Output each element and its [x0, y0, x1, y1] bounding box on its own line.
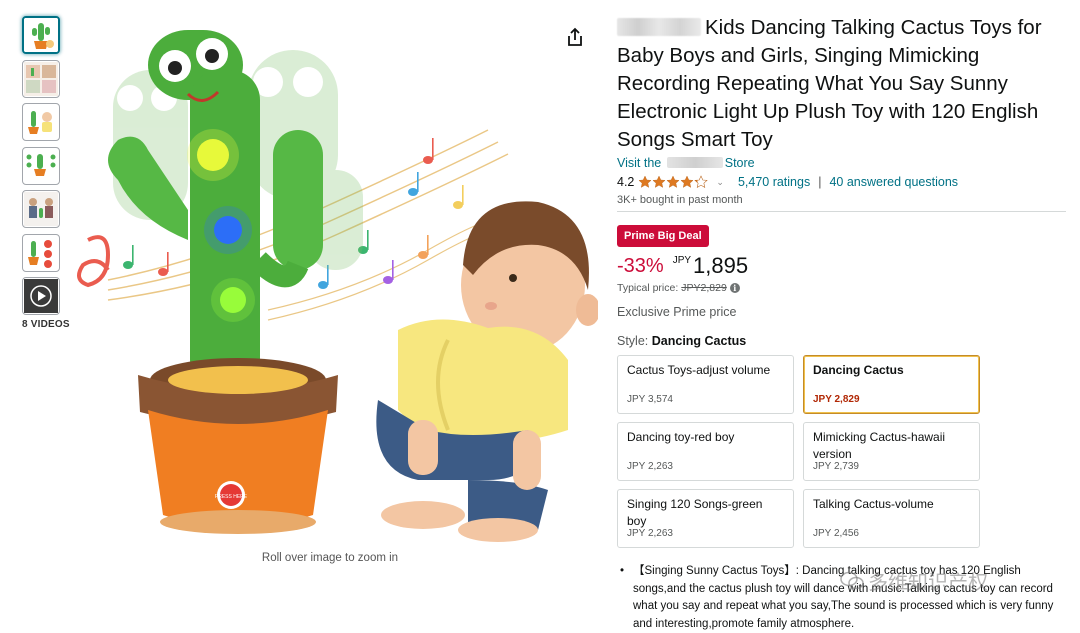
style-option-price: JPY 2,739 [813, 461, 859, 472]
style-option-price: JPY 3,574 [627, 394, 673, 405]
star-empty-icon [694, 175, 709, 188]
main-product-image[interactable]: PRESS HERE [68, 10, 598, 550]
style-option[interactable]: Mimicking Cactus-hawaii version JPY 2,73… [803, 422, 980, 481]
typical-price: Typical price: JPY2,829 i [617, 282, 1067, 294]
star-rating[interactable] [638, 175, 709, 189]
divider [617, 211, 1066, 212]
style-option[interactable]: Singing 120 Songs-green boy JPY 2,263 [617, 489, 794, 548]
blurred-store-name [666, 157, 723, 168]
features-thumbnail-icon [24, 235, 58, 270]
separator: | [818, 175, 822, 189]
thumbnail-4[interactable] [22, 146, 60, 185]
product-title: Kids Dancing Talking Cactus Toys for Bab… [617, 14, 1067, 154]
star-full-icon [638, 175, 652, 188]
style-option[interactable]: Cactus Toys-adjust volume JPY 3,574 [617, 355, 794, 414]
style-option-price: JPY 2,263 [627, 461, 673, 472]
style-label-text: Style: [617, 334, 649, 348]
style-option-name: Cactus Toys-adjust volume [627, 363, 771, 377]
video-play-icon [24, 279, 58, 313]
store-link[interactable]: Visit the Store [617, 156, 1067, 170]
info-thumbnail-icon [24, 148, 58, 183]
style-option[interactable]: Dancing toy-red boy JPY 2,263 [617, 422, 794, 481]
typical-price-value: JPY2,829 [681, 282, 727, 294]
style-options: Cactus Toys-adjust volume JPY 3,574 Danc… [617, 355, 1067, 548]
child-figure [376, 201, 598, 542]
style-option-name: Dancing Cactus [813, 363, 904, 377]
zoom-hint: Roll over image to zoom in [261, 552, 399, 564]
thumbnail-5[interactable] [22, 190, 60, 228]
price-row: -33% JPY 1,895 [617, 253, 1067, 281]
rating-value: 4.2 [617, 175, 635, 189]
style-option-price: JPY 2,829 [813, 394, 860, 405]
watermark: 多维知识产权 [840, 566, 988, 595]
discount-percent: -33% [617, 255, 664, 277]
product-illustration: PRESS HERE [77, 30, 598, 542]
bought-in-past-month: 3K+ bought in past month [617, 194, 743, 206]
style-option-price: JPY 2,263 [627, 528, 673, 539]
star-full-icon [652, 175, 666, 188]
thumbnail-video[interactable] [22, 277, 60, 315]
star-full-icon [666, 175, 680, 188]
style-option-name: Talking Cactus-volume [813, 497, 934, 511]
deal-badge: Prime Big Deal [617, 225, 709, 247]
family-thumbnail-icon [24, 192, 58, 226]
cactus-thumbnail-icon [24, 18, 58, 52]
ratings-count-link[interactable]: 5,470 ratings [738, 175, 810, 189]
bullet-dot: • [620, 565, 625, 577]
style-option-price: JPY 2,456 [813, 528, 859, 539]
thumbnail-2[interactable] [22, 59, 60, 98]
child-cactus-thumbnail-icon [24, 105, 58, 139]
chat-bubble-icon [840, 571, 864, 589]
video-count-label[interactable]: 8 VIDEOS [22, 319, 70, 330]
info-icon[interactable]: i [729, 283, 740, 293]
typical-price-label: Typical price: [617, 282, 679, 294]
product-title-text: Kids Dancing Talking Cactus Toys for Bab… [617, 16, 1042, 151]
flower-pot: PRESS HERE [138, 358, 338, 534]
thumbnail-3[interactable] [22, 103, 60, 141]
style-option-name: Dancing toy-red boy [627, 430, 735, 444]
thumbnail-strip: 8 VIDEOS [22, 16, 70, 330]
collage-thumbnail-icon [24, 61, 58, 96]
thumbnail-6[interactable] [22, 233, 60, 272]
style-label: Style: Dancing Cactus [617, 334, 1067, 348]
exclusive-prime-price: Exclusive Prime price [617, 305, 737, 319]
blurred-brand-name [617, 18, 701, 36]
currency-label: JPY [672, 255, 692, 266]
style-option-selected[interactable]: Dancing Cactus JPY 2,829 [803, 355, 980, 414]
product-info-panel: Kids Dancing Talking Cactus Toys for Bab… [617, 14, 1067, 548]
thumbnail-1[interactable] [22, 16, 60, 54]
press-here-label: PRESS HERE [215, 494, 248, 500]
style-selected-value: Dancing Cactus [651, 334, 747, 348]
current-price: 1,895 [693, 253, 749, 278]
style-option[interactable]: Talking Cactus-volume JPY 2,456 [803, 489, 980, 548]
star-full-icon [680, 175, 694, 188]
watermark-text: 多维知识产权 [868, 570, 988, 594]
store-link-prefix: Visit the [617, 156, 662, 170]
rating-row: 4.2 ⌄ 5,470 ratings | 40 answered questi… [617, 174, 1067, 190]
chevron-down-icon[interactable]: ⌄ [716, 177, 724, 188]
answered-questions-link[interactable]: 40 answered questions [829, 175, 958, 189]
share-icon[interactable] [564, 26, 586, 48]
store-link-suffix: Store [724, 156, 755, 170]
